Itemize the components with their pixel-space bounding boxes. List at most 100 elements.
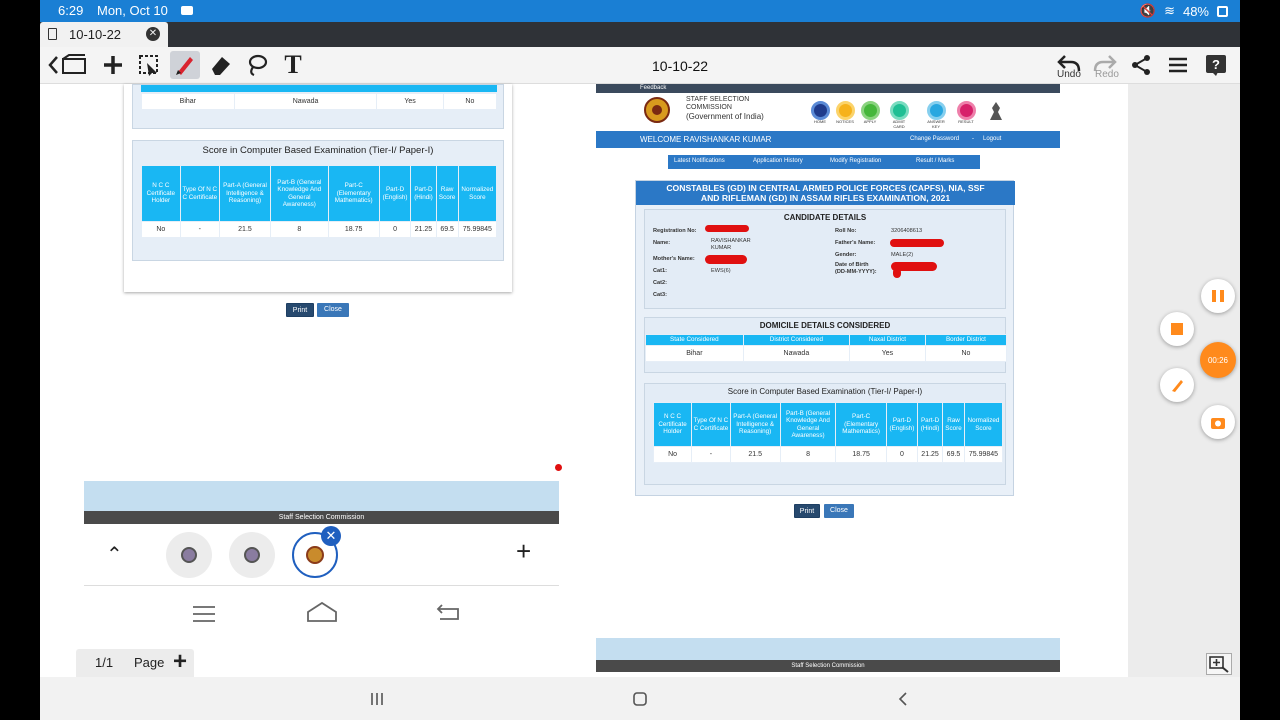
undo-label: Undo	[1057, 69, 1081, 80]
score-cell: 0	[378, 221, 412, 238]
roll-label: Roll No:	[835, 228, 857, 234]
domicile-panel: Bihar Nawada Yes No	[132, 84, 504, 129]
score-cell: -	[691, 446, 731, 463]
logout-separator: -	[972, 136, 974, 142]
mute-icon: 🔇	[1139, 3, 1157, 18]
menu-result-marks: Result / Marks	[916, 158, 955, 164]
screenshot-button[interactable]	[1201, 405, 1235, 439]
logout-link: Logout	[983, 136, 1002, 142]
help-icon[interactable]: ?	[1201, 51, 1231, 79]
father-label: Father's Name:	[835, 240, 876, 246]
score-cell: 21.5	[218, 221, 272, 238]
mother-label: Mother's Name:	[653, 256, 695, 262]
battery-icon	[1217, 5, 1228, 17]
score-cell: 8	[779, 446, 837, 463]
domicile-header: State Considered	[645, 334, 744, 346]
pause-record-button[interactable]	[1201, 279, 1235, 313]
back-to-library-icon[interactable]	[44, 51, 94, 79]
home-icon[interactable]	[632, 691, 648, 707]
score-cell: 21.5	[729, 446, 781, 463]
name-value-line-2: KUMAR	[711, 244, 732, 251]
feedback-bar: Feedback	[596, 84, 1060, 93]
pen-tool-icon[interactable]	[170, 51, 200, 79]
recent-apps-icon	[193, 606, 215, 622]
add-icon[interactable]	[98, 51, 128, 79]
close-tab-icon[interactable]: ✕	[146, 27, 160, 41]
score-header: Normalized Score	[963, 402, 1004, 447]
domicile-title: DOMICILE DETAILS CONSIDERED	[759, 321, 891, 330]
recent-apps-icon[interactable]	[370, 692, 384, 706]
cat2-label: Cat2:	[653, 280, 667, 286]
score-header: N C C Certificate Holder	[141, 165, 181, 222]
browser-footer-text: Staff Selection Commission	[84, 511, 559, 524]
roll-value: 3206408613	[891, 228, 923, 234]
back-icon[interactable]	[897, 691, 909, 707]
notebook-tab[interactable]: 10-10-22 ✕	[40, 22, 168, 47]
welcome-bar: WELCOME RAVISHANKAR KUMAR Change Passwor…	[596, 131, 1060, 148]
domicile-header: Naxal District	[849, 334, 926, 346]
redaction-scribble	[893, 268, 901, 278]
left-print-button[interactable]: Print	[286, 303, 314, 317]
browser-tab-thumb	[229, 532, 275, 578]
draw-brush-button[interactable]	[1160, 368, 1194, 402]
new-browser-tab-icon: +	[516, 536, 532, 566]
score-header: Part-D (Hindi)	[410, 165, 437, 222]
screen-record-icon	[181, 6, 193, 15]
left-close-button[interactable]: Close	[317, 303, 349, 317]
nav-label: NOTICES	[836, 119, 854, 124]
score-table: N C C Certificate Holder Type Of N C C C…	[141, 165, 498, 238]
cat3-label: Cat3:	[653, 292, 667, 298]
exam-title-line-2: AND RIFLEMAN (GD) IN ASSAM RIFLES EXAMIN…	[700, 193, 951, 203]
lasso-tool-icon[interactable]	[242, 51, 272, 79]
domicile-cell: No	[924, 344, 1008, 362]
browser-tabs-snippet: Staff Selection Commission ⌃ ✕ +	[84, 481, 559, 646]
browser-nav-bar	[84, 587, 559, 643]
left-screenshot-snippet[interactable]: Bihar Nawada Yes No Score in Computer Ba…	[124, 84, 512, 292]
page-footer-band	[84, 481, 559, 511]
record-timer[interactable]: 00:26	[1200, 342, 1236, 378]
browser-tab-thumb	[166, 532, 212, 578]
redaction-scribble	[890, 239, 944, 247]
reg-label: Registration No:	[653, 228, 697, 234]
gender-label: Gender:	[835, 252, 857, 258]
score-cell: -	[179, 221, 220, 238]
pen-dot	[555, 464, 562, 471]
stop-record-button[interactable]	[1160, 312, 1194, 346]
exam-result-card: CONSTABLES (GD) IN CENTRAL ARMED POLICE …	[635, 180, 1015, 496]
score-cell: No	[652, 446, 693, 463]
score-header: Type Of N C C Certificate	[691, 402, 731, 447]
name-label: Name:	[653, 240, 671, 246]
exam-title-line-1: CONSTABLES (GD) IN CENTRAL ARMED POLICE …	[666, 183, 985, 193]
right-footer-text: Staff Selection Commission	[596, 660, 1060, 672]
score-cell: 69.5	[942, 446, 965, 463]
score-header: Part-C (Elementary Mathematics)	[327, 165, 380, 222]
score-header: Part-A (General Intelligence & Reasoning…	[218, 165, 272, 222]
right-close-button: Close	[824, 504, 854, 518]
browser-tab-strip: ⌃ ✕ +	[84, 524, 559, 586]
org-line-3: (Government of India)	[686, 112, 764, 121]
org-name: STAFF SELECTION COMMISSION (Government o…	[686, 96, 764, 121]
org-line-1: STAFF SELECTION	[686, 96, 750, 103]
score-header: Raw Score	[435, 165, 459, 222]
select-tool-icon[interactable]	[134, 51, 164, 79]
score-panel: Score in Computer Based Examination (Tie…	[644, 383, 1006, 485]
zoom-icon[interactable]	[1206, 653, 1232, 675]
menu-icon[interactable]	[1163, 51, 1193, 79]
score-cell: 8	[270, 221, 329, 238]
domicile-border: No	[442, 93, 498, 110]
note-canvas[interactable]: Bihar Nawada Yes No Score in Computer Ba…	[40, 84, 1240, 677]
score-header: Part-C (Elementary Mathematics)	[835, 402, 887, 447]
home-nav-icon	[307, 601, 337, 622]
dob-label: Date of Birth (DD-MM-YYYY):	[835, 262, 877, 275]
text-tool-icon[interactable]: T	[278, 50, 308, 79]
score-title: Score in Computer Based Examination (Tie…	[202, 145, 434, 156]
score-cell: 75.99845	[963, 446, 1004, 463]
menu-modify-registration: Modify Registration	[830, 158, 882, 164]
eraser-tool-icon[interactable]	[206, 51, 236, 79]
status-right: 🔇 ≋ 48%	[1140, 3, 1228, 19]
score-header: Part-D (Hindi)	[917, 402, 944, 447]
right-screenshot-snippet[interactable]: Feedback STAFF SELECTION COMMISSION (Gov…	[596, 84, 1060, 677]
add-page-button[interactable]: +	[173, 648, 187, 676]
share-icon[interactable]	[1126, 51, 1156, 79]
score-cell: 75.99845	[457, 221, 498, 238]
